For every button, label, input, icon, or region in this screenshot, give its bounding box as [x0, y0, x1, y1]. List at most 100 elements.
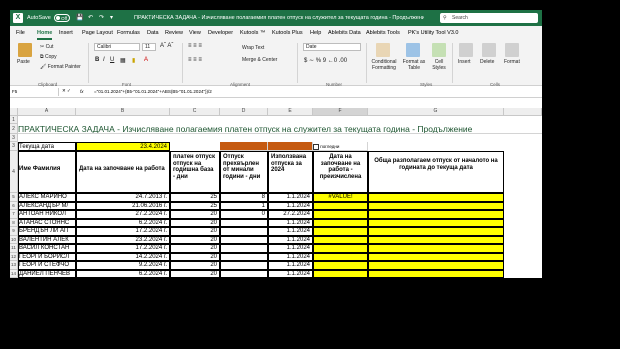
tab-ablebits-tools[interactable]: Ablebits Tools: [366, 30, 400, 36]
cell-d[interactable]: [220, 261, 268, 270]
column-header-a[interactable]: A: [18, 108, 76, 116]
tab-data[interactable]: Data: [147, 30, 159, 36]
fx-icon[interactable]: fx: [80, 88, 84, 96]
font-name-select[interactable]: Calibri: [94, 43, 140, 51]
cell-d[interactable]: 1: [220, 201, 268, 210]
italic-button[interactable]: I: [103, 57, 105, 63]
row-header[interactable]: 8: [10, 218, 18, 227]
cell-c[interactable]: 25: [170, 193, 220, 202]
search-box[interactable]: ⚲ Search: [440, 13, 538, 23]
cell-e[interactable]: 1.1.2024: [268, 193, 313, 202]
redo-icon[interactable]: ↷: [99, 14, 104, 21]
cell-b[interactable]: 6.2.2024 г.: [76, 218, 170, 227]
cell-e[interactable]: 1.1.2024: [268, 218, 313, 227]
row-header[interactable]: 2: [10, 124, 18, 134]
checkbox-icon[interactable]: [313, 143, 319, 150]
tab-kutools[interactable]: Kutools ™: [240, 30, 265, 36]
cell-g[interactable]: [368, 261, 504, 270]
cell-a[interactable]: АНТОАН НИКОЛ: [18, 210, 76, 219]
row-header[interactable]: 9: [10, 227, 18, 236]
tab-developer[interactable]: Developer: [208, 30, 233, 36]
column-header-g[interactable]: G: [368, 108, 504, 116]
conditional-formatting-button[interactable]: Conditional Formatting: [368, 59, 400, 71]
column-header-f[interactable]: F: [313, 108, 368, 116]
insert-cells-icon[interactable]: [459, 43, 473, 57]
cell-c[interactable]: 20: [170, 269, 220, 278]
cell-styles-icon[interactable]: [432, 43, 446, 57]
insert-cells-button[interactable]: Insert: [458, 59, 471, 65]
copy-button[interactable]: ⧉ Copy: [40, 54, 57, 60]
cell-c[interactable]: 20: [170, 235, 220, 244]
paste-button[interactable]: Paste: [17, 59, 30, 65]
cut-button[interactable]: ✂ Cut: [40, 44, 53, 50]
cell-e[interactable]: 1.1.2024: [268, 252, 313, 261]
number-format-select[interactable]: Date: [303, 43, 361, 51]
row-header[interactable]: 1: [10, 116, 18, 124]
format-painter-button[interactable]: 🖌 Format Painter: [40, 64, 81, 70]
tab-insert[interactable]: Insert: [59, 30, 73, 36]
merge-center-button[interactable]: Merge & Center: [242, 57, 277, 63]
cell-a[interactable]: ГЕОРГИ БОРИСЛ: [18, 252, 76, 261]
row-header[interactable]: 7: [10, 210, 18, 219]
formula-cancel-icon[interactable]: ✕ ✓: [62, 88, 71, 94]
cell-f[interactable]: [313, 210, 368, 219]
row-header[interactable]: 13: [10, 261, 18, 270]
cell-b[interactable]: 14.2.2024 г.: [76, 252, 170, 261]
cell-d[interactable]: 8: [220, 193, 268, 202]
cell-d[interactable]: [220, 244, 268, 253]
cell-b[interactable]: 23.2.2024 г.: [76, 235, 170, 244]
cell-f[interactable]: [313, 244, 368, 253]
tab-kutools-plus[interactable]: Kutools Plus: [272, 30, 303, 36]
cell-b[interactable]: 17.2.2024 г.: [76, 227, 170, 236]
row-header[interactable]: 10: [10, 235, 18, 244]
cell-a[interactable]: АТАНАС СТОЯНС: [18, 218, 76, 227]
borders-icon[interactable]: ▦: [120, 57, 126, 64]
cell-d[interactable]: [220, 235, 268, 244]
cell-f[interactable]: [313, 252, 368, 261]
cell-e[interactable]: 1.1.2024: [268, 261, 313, 270]
cell-c[interactable]: 20: [170, 244, 220, 253]
cell-e[interactable]: 1.1.2024: [268, 269, 313, 278]
cell-a[interactable]: АЛЕКСАНДЪР М/: [18, 201, 76, 210]
tab-review[interactable]: Review: [165, 30, 183, 36]
cell-g[interactable]: [368, 201, 504, 210]
autosave-toggle[interactable]: Off: [54, 14, 70, 22]
cell-d[interactable]: [220, 218, 268, 227]
row-header[interactable]: 6: [10, 201, 18, 210]
cell-a[interactable]: ДАНИЕЛ ПЕНЧЕВ: [18, 269, 76, 278]
font-grow-shrink-icon[interactable]: Aˆ Aˇ: [160, 43, 173, 49]
current-date-value[interactable]: 23.4.2024: [76, 142, 170, 151]
header-carried-leave[interactable]: Отпуск прехвърлен от минали години - дни: [220, 151, 268, 193]
cell-b[interactable]: 24.7.2013 г.: [76, 193, 170, 202]
cell-g[interactable]: [368, 210, 504, 219]
cell-e[interactable]: 1.1.2024: [268, 244, 313, 253]
cell-e[interactable]: 27.2.2024: [268, 210, 313, 219]
cell-d[interactable]: [220, 227, 268, 236]
tab-pk-utility[interactable]: PK's Utility Tool V3.0: [408, 30, 458, 36]
row-header[interactable]: 14: [10, 269, 18, 278]
current-date-label[interactable]: Текуща дата: [18, 142, 76, 151]
select-all-corner[interactable]: [10, 108, 18, 116]
column-header-e[interactable]: E: [268, 108, 313, 116]
cell-a[interactable]: ВАСИЛ КОНСТАН: [18, 244, 76, 253]
cell-d[interactable]: [220, 269, 268, 278]
cell-g[interactable]: [368, 244, 504, 253]
font-size-select[interactable]: 11: [142, 43, 156, 51]
cell-g[interactable]: [368, 252, 504, 261]
cell-e[interactable]: 1.1.2024: [268, 227, 313, 236]
cell-c[interactable]: 25: [170, 201, 220, 210]
tab-formulas[interactable]: Formulas: [117, 30, 140, 36]
checkbox-cell[interactable]: погледни: [313, 142, 368, 151]
column-header-d[interactable]: D: [220, 108, 268, 116]
bold-button[interactable]: B: [95, 57, 99, 63]
cell-g[interactable]: [368, 193, 504, 202]
cell-d[interactable]: [220, 252, 268, 261]
cell-c[interactable]: 20: [170, 252, 220, 261]
cell-g[interactable]: [368, 227, 504, 236]
cell-g[interactable]: [368, 235, 504, 244]
header-recalculated-date[interactable]: Дата на започване на работа - преизчисле…: [313, 151, 368, 193]
cell-a[interactable]: БРЕНДЪН ЛИ АП: [18, 227, 76, 236]
customize-toolbar-icon[interactable]: ▾: [110, 14, 113, 21]
underline-button[interactable]: U: [110, 57, 114, 63]
cell-f[interactable]: [313, 261, 368, 270]
